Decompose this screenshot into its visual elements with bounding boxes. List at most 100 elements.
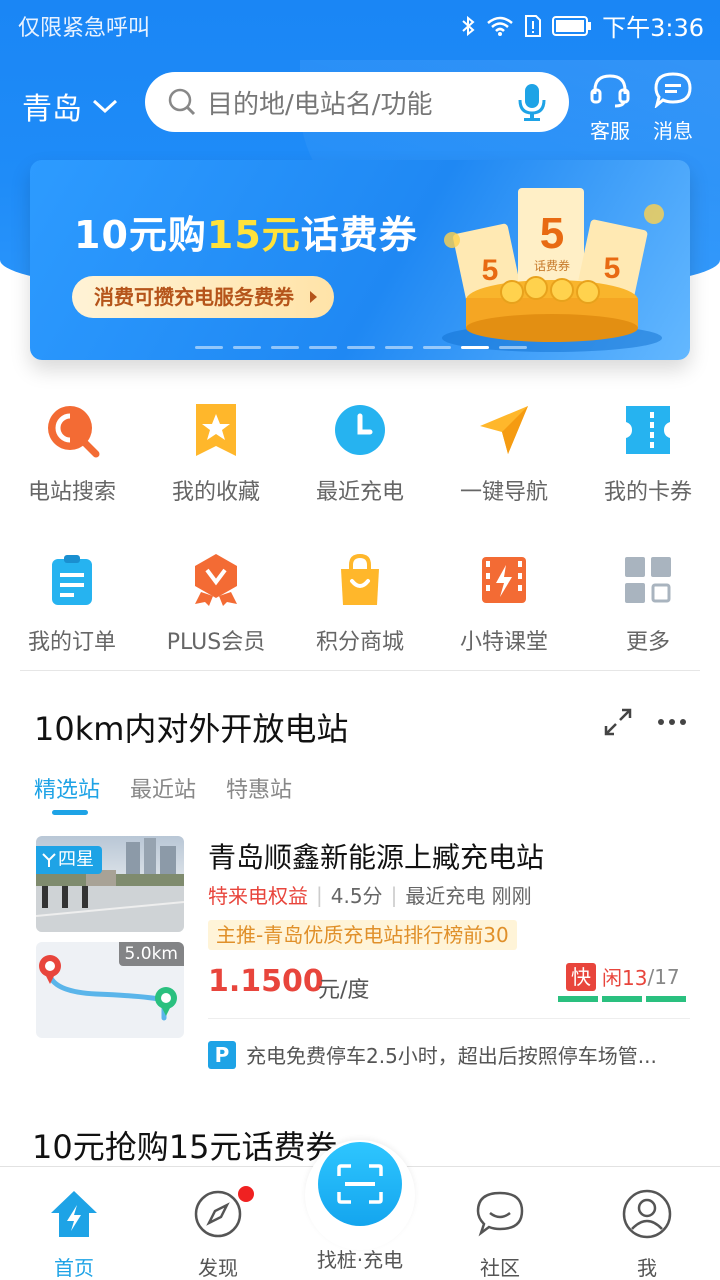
grid-label: 一键导航 [459,480,548,505]
tab-discount[interactable]: 特惠站 [226,772,292,804]
station-distance: 5.0km [118,942,184,966]
compass-icon [194,1190,242,1238]
grid-label: 最近充电 [315,480,404,505]
headset-icon [590,74,630,108]
availability-bar [602,996,642,1002]
tab-nearest[interactable]: 最近站 [130,772,196,804]
customer-service-button[interactable]: 客服 [582,72,638,144]
grid-item-recent-charge[interactable]: 最近充电 [288,400,432,506]
shopping-bag-icon [341,553,379,605]
clock-time: 下午3:36 [602,14,704,42]
tab-featured[interactable]: 精选站 [34,772,100,804]
clipboard-icon [52,555,92,605]
nav-me-label: 我 [637,1256,657,1280]
grid-label: 我的收藏 [171,480,260,505]
coupon-value-center: 5 [540,209,564,258]
nav-community-label: 社区 [480,1256,520,1280]
banner-dot [499,346,527,349]
promo-section-title: 10元抢购15元话费券 [32,1128,338,1166]
coupon-caption: 话费券 [534,258,570,273]
feature-grid-row-2: 我的订单 PLUS会员 积分商城 小特课堂 更多 [0,550,720,670]
customer-service-label: 客服 [590,119,630,143]
clock-icon [335,405,385,455]
expand-icon[interactable] [602,706,634,738]
banner-dot [461,346,489,349]
microphone-icon[interactable] [517,82,547,122]
grid-label: 电站搜索 [27,480,116,505]
parking-icon: P [208,1040,236,1069]
chevron-down-icon [92,99,118,114]
video-icon [482,557,526,603]
grid-item-plus-member[interactable]: PLUS会员 [144,550,288,656]
station-price: 1.1500 [208,964,324,999]
city-selector[interactable]: 青岛 [22,84,118,128]
grid-item-station-search[interactable]: 电站搜索 [0,400,144,506]
apps-grid-icon [625,557,671,603]
battery-icon [552,15,592,36]
wifi-icon [487,16,513,36]
more-options-icon[interactable] [656,712,688,732]
scan-charge-button[interactable] [318,1142,402,1226]
grid-item-coupons[interactable]: 我的卡券 [576,400,720,506]
banner-title-suffix: 话费券 [300,213,418,257]
nav-scan-charge-label: 找桩·充电 [316,1248,404,1272]
feature-grid-row-1: 电站搜索 我的收藏 最近充电 一键导航 我的卡券 [0,400,720,520]
nav-me[interactable]: 我 [597,1189,697,1280]
city-name: 青岛 [22,92,82,127]
nav-home-label: 首页 [54,1256,94,1280]
grid-item-navigation[interactable]: 一键导航 [432,400,576,506]
grid-item-orders[interactable]: 我的订单 [0,550,144,656]
message-label: 消息 [653,119,693,143]
active-tab-indicator [52,810,88,815]
banner-dot [423,346,451,349]
message-button[interactable]: 消息 [645,72,701,144]
navigation-icon [480,406,528,454]
notification-dot [238,1186,254,1202]
grid-label: 小特课堂 [459,630,548,655]
meta-separator: | [390,882,398,907]
banner-dot [385,346,413,349]
coupon-value-right: 5 [604,252,621,285]
home-lightning-icon [51,1191,97,1237]
grid-label: 更多 [625,630,670,655]
availability-bar [646,996,686,1002]
banner-title: 10元购15元话费券 [74,204,418,259]
carrier-text: 仅限紧急呼叫 [18,16,151,41]
station-price-unit: 元/度 [318,978,370,1003]
station-meta: 特来电权益 | 4.5分 | 最近充电 刚刚 [208,880,532,909]
coupon-treasure-illustration: 5 5 5 话费券 [442,188,664,352]
grid-label: 我的订单 [27,630,116,655]
section-divider [20,670,700,671]
grid-item-more[interactable]: 更多 [576,550,720,656]
scan-icon [337,1164,383,1204]
idle-count: 闲13 [602,966,648,990]
parking-info: P 充电免费停车2.5小时，超出后按照停车场管... [208,1040,690,1069]
promo-banner[interactable]: 10元购15元话费券 消费可攒充电服务费券 5 5 5 话费券 [30,160,690,360]
availability-bars [558,996,686,1002]
nav-discover[interactable]: 发现 [168,1189,268,1280]
banner-dot [233,346,261,349]
section-title: 10km内对外开放电站 [34,710,349,748]
status-bar: 仅限紧急呼叫 下午3:36 [0,0,720,50]
station-recent: 最近充电 刚刚 [405,884,532,908]
station-route-map[interactable]: 5.0km [36,942,184,1038]
station-badge-text: 四星 [58,849,94,870]
caret-right-icon [310,291,317,303]
banner-cta-button[interactable]: 消费可攒充电服务费券 [72,276,334,318]
station-availability: 快 闲13 /17 [566,962,680,991]
sim-alert-icon [525,14,542,37]
station-name[interactable]: 青岛顺鑫新能源上臧充电站 [208,836,544,876]
station-tabs: 精选站 最近站 特惠站 [34,772,292,804]
grid-item-favorites[interactable]: 我的收藏 [144,400,288,506]
search-placeholder: 目的地/电站名/功能 [207,89,433,120]
nav-community[interactable]: 社区 [450,1189,550,1280]
bluetooth-icon [462,15,475,36]
grid-label: 积分商城 [315,630,404,655]
nav-home[interactable]: 首页 [24,1189,124,1280]
banner-dot [309,346,337,349]
chat-bubble-icon [476,1191,524,1237]
grid-item-classroom[interactable]: 小特课堂 [432,550,576,656]
grid-item-points-mall[interactable]: 积分商城 [288,550,432,656]
search-bar[interactable]: 目的地/电站名/功能 [145,72,569,132]
card-divider [208,1018,690,1019]
